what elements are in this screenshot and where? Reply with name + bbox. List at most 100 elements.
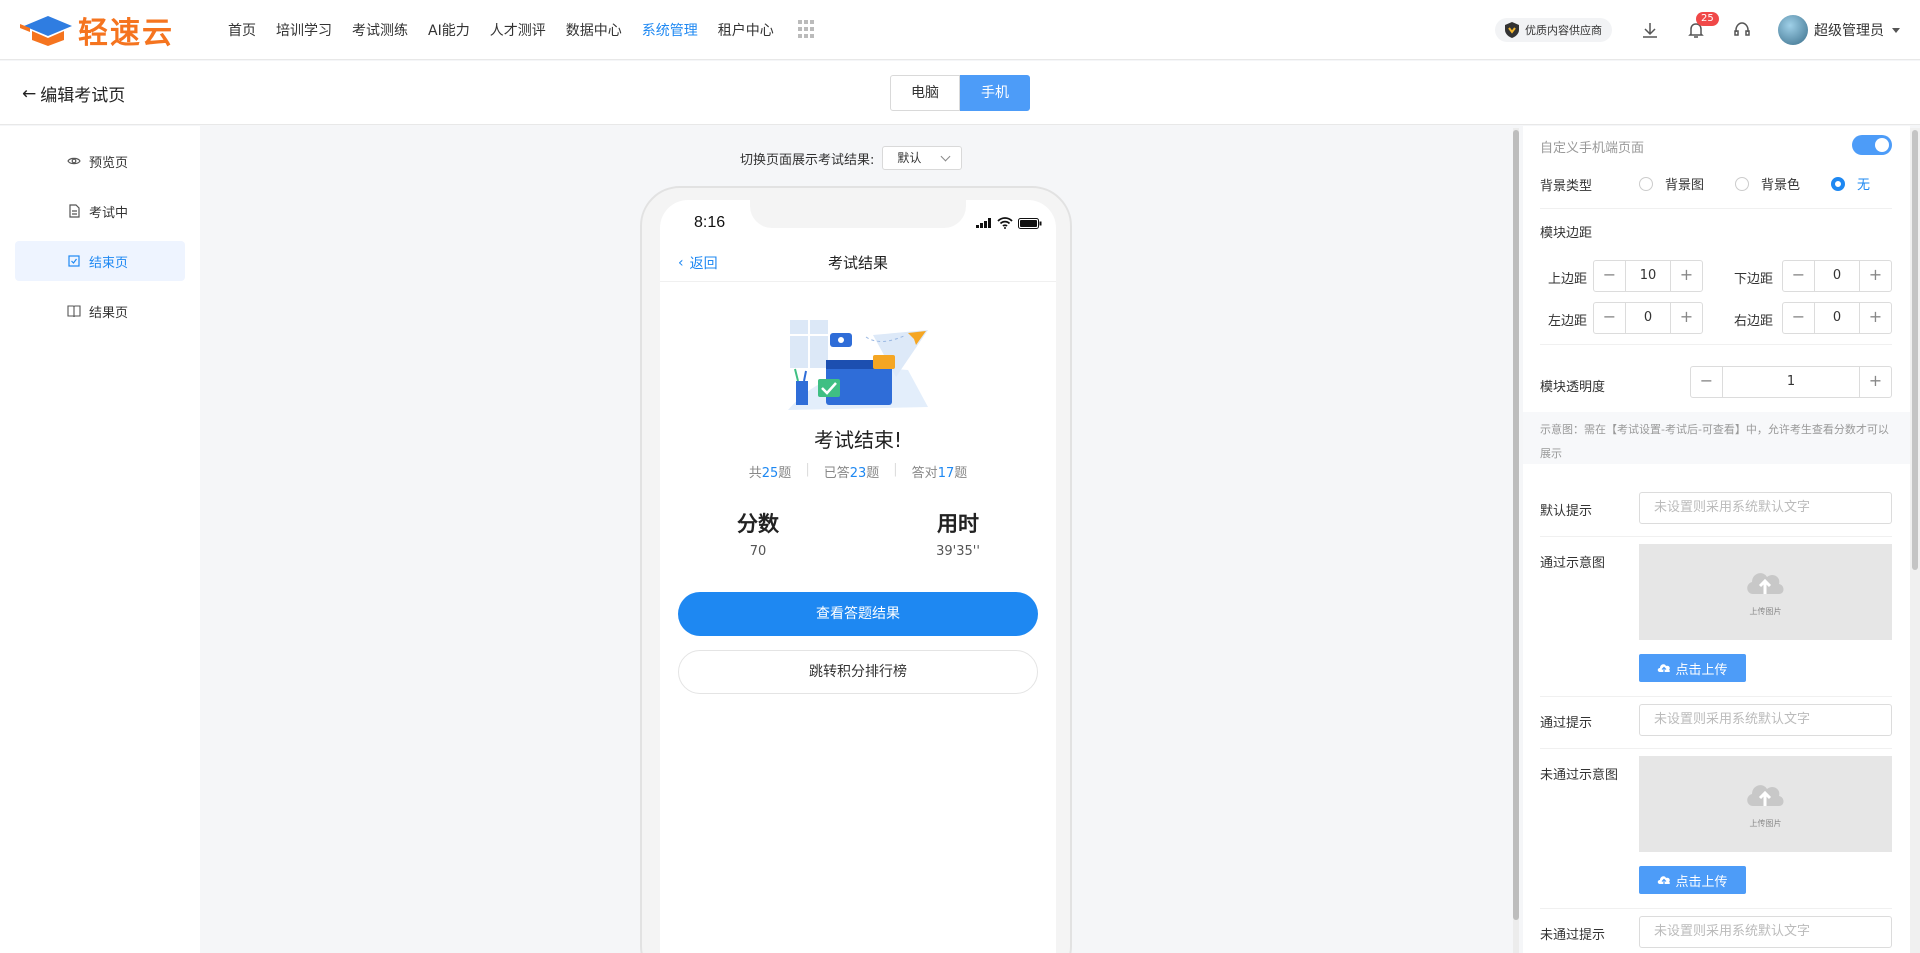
- custom-mobile-toggle[interactable]: [1852, 135, 1892, 155]
- sidebar-item-end-page[interactable]: 结束页: [15, 241, 185, 281]
- radio-label: 背景色: [1761, 178, 1801, 193]
- provider-badge[interactable]: 优质内容供应商: [1495, 18, 1612, 42]
- pass-image-label: 通过示意图: [1540, 556, 1606, 571]
- phone-notch: [750, 200, 966, 228]
- nav-item-ai[interactable]: AI能力: [428, 20, 470, 40]
- stat-divider: |: [893, 462, 898, 477]
- nav-item-home[interactable]: 首页: [228, 20, 256, 40]
- brand-logo[interactable]: 轻速云: [20, 8, 210, 52]
- upload-image-label: 上传图片: [1749, 607, 1782, 616]
- leaderboard-button[interactable]: 跳转积分排行榜: [678, 650, 1038, 694]
- settings-panel: 自定义手机端页面 背景类型 背景图 背景色 无 模块边距 上边距 − 10 + …: [1523, 126, 1910, 953]
- sidebar-item-label: 考试中: [89, 205, 129, 221]
- back-button[interactable]: ← 编辑考试页: [22, 81, 126, 107]
- apps-grid-icon[interactable]: [797, 19, 814, 40]
- stepper-value[interactable]: 0: [1815, 303, 1859, 333]
- fail-tip-label: 未通过提示: [1540, 928, 1606, 943]
- radio-bg-color[interactable]: 背景色: [1735, 174, 1800, 193]
- fail-tip-input[interactable]: 未设置则采用系统默认文字: [1639, 916, 1892, 948]
- sidebar-item-result-page[interactable]: 结果页: [15, 291, 185, 331]
- fail-image-upload-button[interactable]: 点击上传: [1639, 866, 1746, 894]
- minus-icon[interactable]: −: [1783, 261, 1815, 291]
- nav-item-exams[interactable]: 考试测练: [352, 20, 408, 40]
- notification-count-badge: 25: [1696, 12, 1719, 26]
- upload-button-label: 点击上传: [1675, 662, 1728, 678]
- top-navigation-bar: 轻速云 首页 培训学习 考试测练 AI能力 人才测评 数据中心 系统管理 租户中…: [0, 0, 1920, 60]
- stepper-value[interactable]: 10: [1626, 261, 1670, 291]
- phone-frame: 8:16 ‹ 返回 考试结果 考试结束! 共25题 | 已答23题 | 答对17…: [640, 186, 1072, 953]
- canvas-scrollbar[interactable]: [1513, 128, 1519, 953]
- pass-tip-input[interactable]: 未设置则采用系统默认文字: [1639, 704, 1892, 736]
- stat-correct: 答对17题: [911, 466, 968, 481]
- logo-mark-icon: [20, 15, 72, 46]
- cloud-upload-icon: [1747, 573, 1784, 594]
- upload-image-label: 上传图片: [1749, 819, 1782, 828]
- stepper-value[interactable]: 0: [1815, 261, 1859, 291]
- pass-image-upload-area[interactable]: 上传图片: [1639, 544, 1892, 640]
- sidebar-item-in-exam[interactable]: 考试中: [15, 191, 185, 231]
- pass-image-upload-button[interactable]: 点击上传: [1639, 654, 1746, 682]
- opacity-stepper[interactable]: − 1 +: [1690, 366, 1892, 398]
- notification-bell[interactable]: 25: [1686, 12, 1719, 40]
- plus-icon[interactable]: +: [1859, 303, 1891, 333]
- page-header: ← 编辑考试页 电脑 手机: [0, 61, 1920, 125]
- tab-mobile[interactable]: 手机: [960, 75, 1030, 111]
- stepper-value[interactable]: 1: [1723, 367, 1859, 397]
- radio-bg-none[interactable]: 无: [1831, 174, 1870, 193]
- cloud-upload-icon: [1747, 785, 1784, 806]
- chevron-down-icon: [940, 151, 951, 162]
- divider: [1540, 536, 1892, 537]
- minus-icon[interactable]: −: [1594, 303, 1626, 333]
- provider-label: 优质内容供应商: [1525, 24, 1602, 37]
- margin-top-stepper[interactable]: − 10 +: [1593, 260, 1703, 292]
- radio-bg-image[interactable]: 背景图: [1639, 174, 1704, 193]
- plus-icon[interactable]: +: [1859, 261, 1891, 291]
- scrollbar-thumb[interactable]: [1912, 130, 1918, 570]
- stat-total: 共25题: [748, 466, 792, 481]
- scrollbar-thumb[interactable]: [1513, 130, 1519, 920]
- view-answers-button[interactable]: 查看答题结果: [678, 592, 1038, 636]
- page-title: 编辑考试页: [40, 86, 126, 106]
- signal-icon: [976, 218, 991, 228]
- tab-desktop[interactable]: 电脑: [890, 75, 960, 111]
- stepper-value[interactable]: 0: [1626, 303, 1670, 333]
- user-name[interactable]: 超级管理员: [1814, 20, 1884, 40]
- avatar[interactable]: [1778, 15, 1808, 45]
- hint-text: 示意图：需在【考试设置-考试后-可查看】中，允许考生查看分数才可以展示: [1523, 412, 1910, 464]
- minus-icon[interactable]: −: [1691, 367, 1723, 397]
- exam-stats: 共25题 | 已答23题 | 答对17题: [660, 462, 1056, 481]
- shield-icon: [1505, 22, 1519, 38]
- panel-scrollbar[interactable]: [1910, 128, 1920, 953]
- fail-image-upload-area[interactable]: 上传图片: [1639, 756, 1892, 852]
- minus-icon[interactable]: −: [1783, 303, 1815, 333]
- nav-item-assessment[interactable]: 人才测评: [490, 20, 546, 40]
- cloud-upload-icon: [1658, 664, 1671, 672]
- sidebar-item-preview[interactable]: 预览页: [15, 141, 185, 181]
- custom-mobile-label: 自定义手机端页面: [1540, 141, 1645, 156]
- nav-item-training[interactable]: 培训学习: [276, 20, 332, 40]
- bg-type-label: 背景类型: [1540, 179, 1593, 194]
- margin-left-stepper[interactable]: − 0 +: [1593, 302, 1703, 334]
- result-display-switch: 切换页面展示考试结果: 默认: [740, 146, 963, 170]
- radio-label: 背景图: [1665, 178, 1705, 193]
- headset-icon[interactable]: [1732, 20, 1752, 40]
- default-tip-input[interactable]: 未设置则采用系统默认文字: [1639, 492, 1892, 524]
- nav-item-system[interactable]: 系统管理: [642, 20, 698, 40]
- sidebar-item-label: 预览页: [89, 155, 129, 171]
- nav-item-data-center[interactable]: 数据中心: [566, 20, 622, 40]
- pass-tip-label: 通过提示: [1540, 716, 1593, 731]
- minus-icon[interactable]: −: [1594, 261, 1626, 291]
- margin-bottom-stepper[interactable]: − 0 +: [1782, 260, 1892, 292]
- main-nav: 首页 培训学习 考试测练 AI能力 人才测评 数据中心 系统管理 租户中心: [228, 19, 814, 40]
- plus-icon[interactable]: +: [1859, 367, 1891, 397]
- download-icon[interactable]: [1640, 20, 1660, 40]
- arrow-left-icon: ←: [22, 83, 37, 104]
- margin-right-stepper[interactable]: − 0 +: [1782, 302, 1892, 334]
- plus-icon[interactable]: +: [1670, 303, 1702, 333]
- plus-icon[interactable]: +: [1670, 261, 1702, 291]
- phone-screen: 8:16 ‹ 返回 考试结果 考试结束! 共25题 | 已答23题 | 答对17…: [660, 200, 1056, 953]
- chevron-down-icon[interactable]: [1892, 27, 1900, 33]
- result-display-select[interactable]: 默认: [882, 146, 963, 170]
- nav-item-tenant[interactable]: 租户中心: [718, 20, 774, 40]
- radio-dot: [1831, 176, 1845, 191]
